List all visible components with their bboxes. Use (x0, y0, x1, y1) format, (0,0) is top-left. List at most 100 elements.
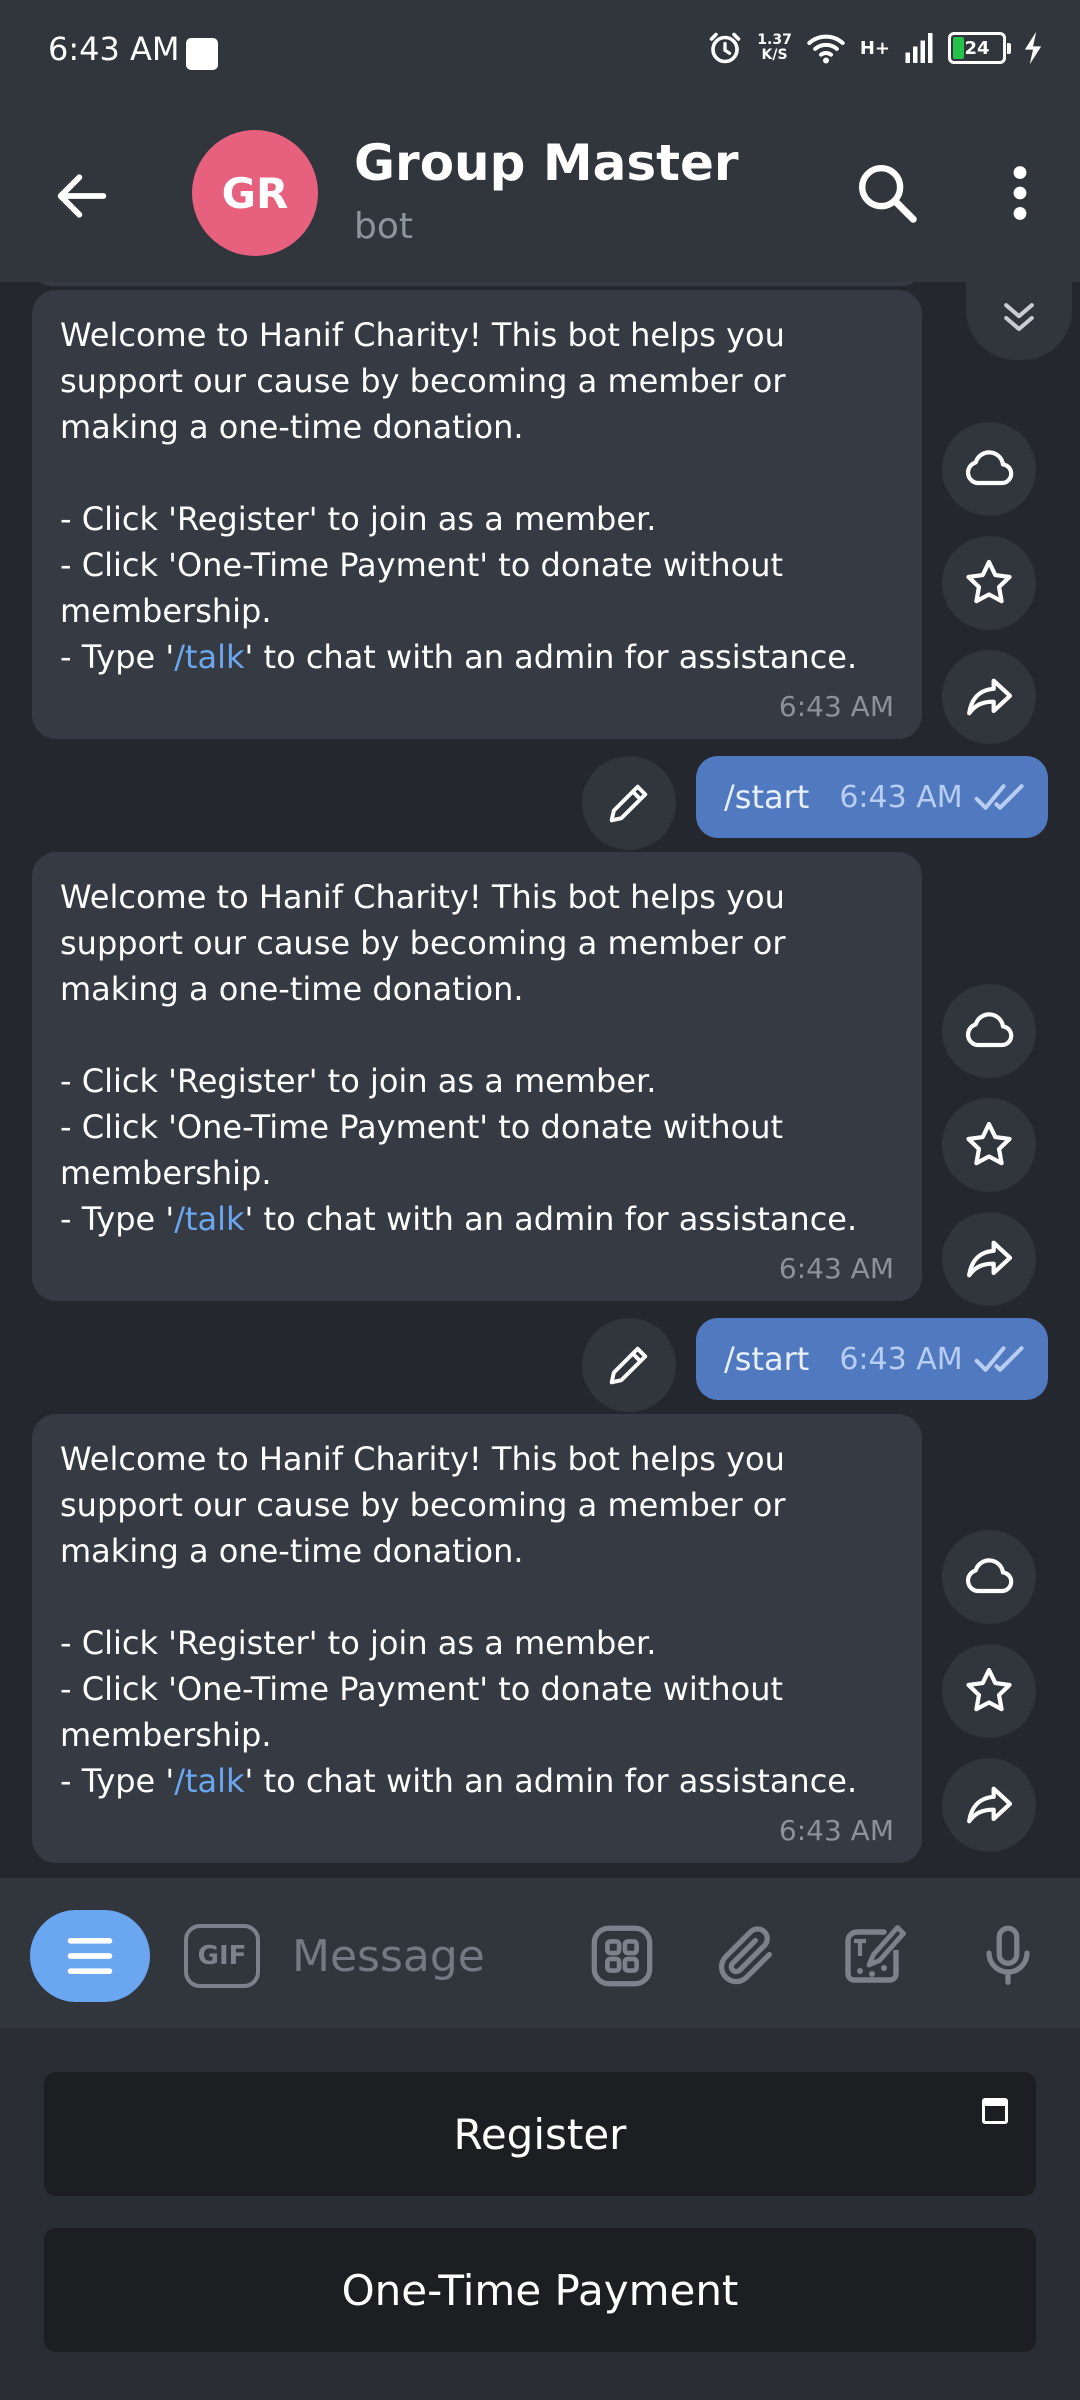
charging-icon (1024, 31, 1042, 65)
share-arrow-icon (967, 678, 1013, 716)
message-line-payment: - Click 'One-Time Payment' to donate wit… (60, 1670, 794, 1754)
message-line-talk-after: ' to chat with an admin for assistance. (244, 1762, 858, 1800)
web-app-icon (982, 2098, 1008, 2124)
star-icon (966, 559, 1012, 604)
speed-unit: K/S (761, 47, 788, 63)
back-button[interactable] (50, 164, 114, 228)
outgoing-message[interactable]: /start 6:43 AM (696, 756, 1048, 838)
incoming-message[interactable]: Welcome to Hanif Charity! This bot helps… (32, 290, 922, 739)
forward-button[interactable] (942, 1212, 1036, 1306)
incoming-message[interactable]: Welcome to Hanif Charity! This bot helps… (32, 1414, 922, 1863)
outgoing-message[interactable]: /start 6:43 AM (696, 1318, 1048, 1400)
message-line-talk-after: ' to chat with an admin for assistance. (244, 1200, 858, 1238)
forward-button[interactable] (942, 1758, 1036, 1852)
speed-value: 1.37 (757, 32, 792, 48)
grid-keyboard-icon (591, 1925, 653, 1987)
save-to-cloud-button[interactable] (942, 984, 1036, 1078)
chat-area[interactable]: Welcome to Hanif Charity! This bot helps… (0, 282, 1080, 1878)
pencil-icon (609, 784, 648, 823)
double-chevron-down-icon (1004, 303, 1034, 332)
favorite-button[interactable] (942, 536, 1036, 630)
message-intro: Welcome to Hanif Charity! This bot helps… (60, 316, 796, 446)
status-icons: 1.37 K/S H+ 24 (707, 30, 1046, 66)
gif-button[interactable]: GIF (184, 1924, 260, 1988)
save-to-cloud-button[interactable] (942, 422, 1036, 516)
message-line-payment: - Click 'One-Time Payment' to donate wit… (60, 1108, 794, 1192)
cloud-icon (965, 1558, 1014, 1594)
favorite-button[interactable] (942, 1098, 1036, 1192)
bot-menu-button[interactable] (30, 1910, 150, 2002)
scroll-down-button[interactable] (966, 282, 1072, 360)
message-time: 6:43 AM (778, 1252, 894, 1285)
bot-commands-button[interactable] (582, 1916, 662, 1996)
edit-button[interactable] (582, 756, 676, 850)
signal-icon (905, 33, 933, 63)
register-button[interactable]: Register (44, 2072, 1036, 2196)
message-intro: Welcome to Hanif Charity! This bot helps… (60, 878, 796, 1008)
message-intro: Welcome to Hanif Charity! This bot helps… (60, 1440, 796, 1570)
outgoing-message-text: /start (724, 778, 810, 816)
search-button[interactable] (852, 158, 922, 228)
message-line-talk-before: - Type ' (60, 1762, 175, 1800)
wifi-icon (807, 34, 845, 64)
battery-level: 24 (964, 37, 990, 59)
double-check-icon (974, 784, 1024, 810)
cloud-icon (965, 1012, 1014, 1048)
cloud-icon (965, 450, 1014, 486)
share-arrow-icon (967, 1240, 1013, 1278)
sticker-draw-button[interactable] (832, 1916, 912, 1996)
message-line-register: - Click 'Register' to join as a member. (60, 1624, 657, 1662)
favorite-button[interactable] (942, 1644, 1036, 1738)
save-to-cloud-button[interactable] (942, 1530, 1036, 1624)
talk-command-link[interactable]: /talk (174, 638, 244, 676)
message-text: Welcome to Hanif Charity! This bot helps… (60, 1436, 894, 1804)
chat-subtitle: bot (354, 206, 413, 247)
search-icon (859, 165, 917, 223)
outgoing-message-time: 6:43 AM (839, 779, 963, 815)
outgoing-message-time: 6:43 AM (839, 1341, 963, 1377)
pencil-icon (609, 1346, 648, 1385)
double-check-icon (974, 1346, 1024, 1372)
one-time-payment-button[interactable]: One-Time Payment (44, 2228, 1036, 2352)
message-line-talk-before: - Type ' (60, 638, 175, 676)
register-button-label: Register (453, 2109, 627, 2159)
previous-message-edge (32, 282, 922, 286)
more-vertical-icon (1013, 166, 1027, 220)
one-time-payment-button-label: One-Time Payment (341, 2265, 739, 2315)
forward-button[interactable] (942, 650, 1036, 744)
paint-text-icon (845, 1925, 906, 1983)
message-input[interactable] (292, 1924, 552, 1988)
message-composer: GIF (0, 1878, 1080, 2028)
voice-record-button[interactable] (968, 1916, 1048, 1996)
menu-icon (67, 1938, 113, 1974)
outgoing-message-text: /start (724, 1340, 810, 1378)
battery-icon: 24 (948, 32, 1011, 64)
bot-reply-keyboard: Register One-Time Payment (0, 2028, 1080, 2400)
paperclip-icon (718, 1926, 772, 1985)
microphone-icon (986, 1925, 1030, 1985)
talk-command-link[interactable]: /talk (174, 1200, 244, 1238)
incoming-message[interactable]: Welcome to Hanif Charity! This bot helps… (32, 852, 922, 1301)
message-time: 6:43 AM (778, 1814, 894, 1847)
chat-header: GR Group Master bot (0, 106, 1080, 282)
network-speed: 1.37 K/S (757, 33, 792, 63)
edit-button[interactable] (582, 1318, 676, 1412)
chat-title[interactable]: Group Master (354, 134, 739, 192)
attach-button[interactable] (706, 1916, 786, 1996)
message-text: Welcome to Hanif Charity! This bot helps… (60, 312, 894, 680)
network-type: H+ (859, 37, 890, 59)
message-time: 6:43 AM (778, 690, 894, 723)
more-options-button[interactable] (990, 158, 1050, 228)
alarm-icon (709, 32, 741, 64)
share-arrow-icon (967, 1786, 1013, 1824)
message-line-payment: - Click 'One-Time Payment' to donate wit… (60, 546, 794, 630)
talk-command-link[interactable]: /talk (174, 1762, 244, 1800)
avatar[interactable]: GR (192, 130, 318, 256)
message-text: Welcome to Hanif Charity! This bot helps… (60, 874, 894, 1242)
message-line-talk-before: - Type ' (60, 1200, 175, 1238)
star-icon (966, 1667, 1012, 1712)
arrow-left-icon (57, 174, 107, 218)
status-time: 6:43 AM (48, 30, 180, 68)
star-icon (966, 1121, 1012, 1166)
status-bar: 6:43 AM 1.37 K/S H+ 24 (0, 0, 1080, 106)
